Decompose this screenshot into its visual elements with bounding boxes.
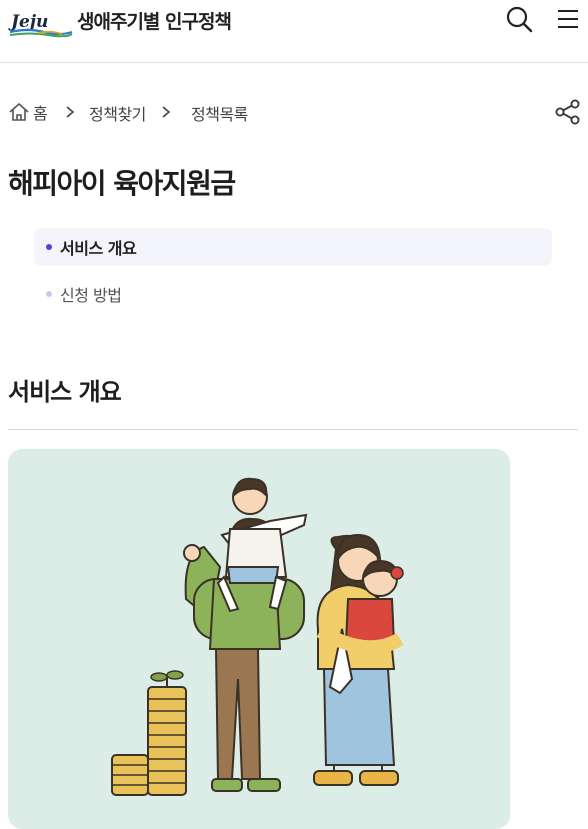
chevron-right-icon [162,106,171,118]
share-icon [555,99,580,125]
chevron-right-icon [66,106,75,118]
breadcrumb-item-policy-list[interactable]: 정책목록 [191,101,248,125]
active-bullet-icon [46,244,52,250]
site-header: Jeju 생애주기별 인구정책 [0,0,588,63]
section-divider [8,429,578,430]
breadcrumb-home-label: 홈 [33,104,48,123]
menu-button[interactable] [555,6,581,32]
coin-stack-small [111,754,149,796]
toc-item-label: 서비스 개요 [60,239,137,258]
search-button[interactable] [504,4,534,34]
home-icon [9,103,29,121]
search-icon [506,6,533,33]
table-of-contents: 서비스 개요 신청 방법 [34,228,552,322]
toc-item-label: 신청 방법 [60,286,122,305]
section-title: 서비스 개요 [8,378,122,406]
page-title: 해피아이 육아지원금 [8,167,236,200]
breadcrumb-home[interactable]: 홈 [8,100,48,124]
service-image [8,449,510,829]
toc-item-service-overview[interactable]: 서비스 개요 [34,228,552,266]
hamburger-menu-icon [558,10,578,28]
breadcrumb-item-policy-search[interactable]: 정책찾기 [89,101,146,125]
toc-item-application-method[interactable]: 신청 방법 [34,275,552,313]
family-illustration [111,477,404,796]
share-button[interactable] [554,98,582,126]
jeju-logo[interactable]: Jeju [8,6,74,38]
bullet-icon [46,291,52,297]
site-title[interactable]: 생애주기별 인구정책 [77,7,232,34]
coin-stack-tall [147,670,187,796]
